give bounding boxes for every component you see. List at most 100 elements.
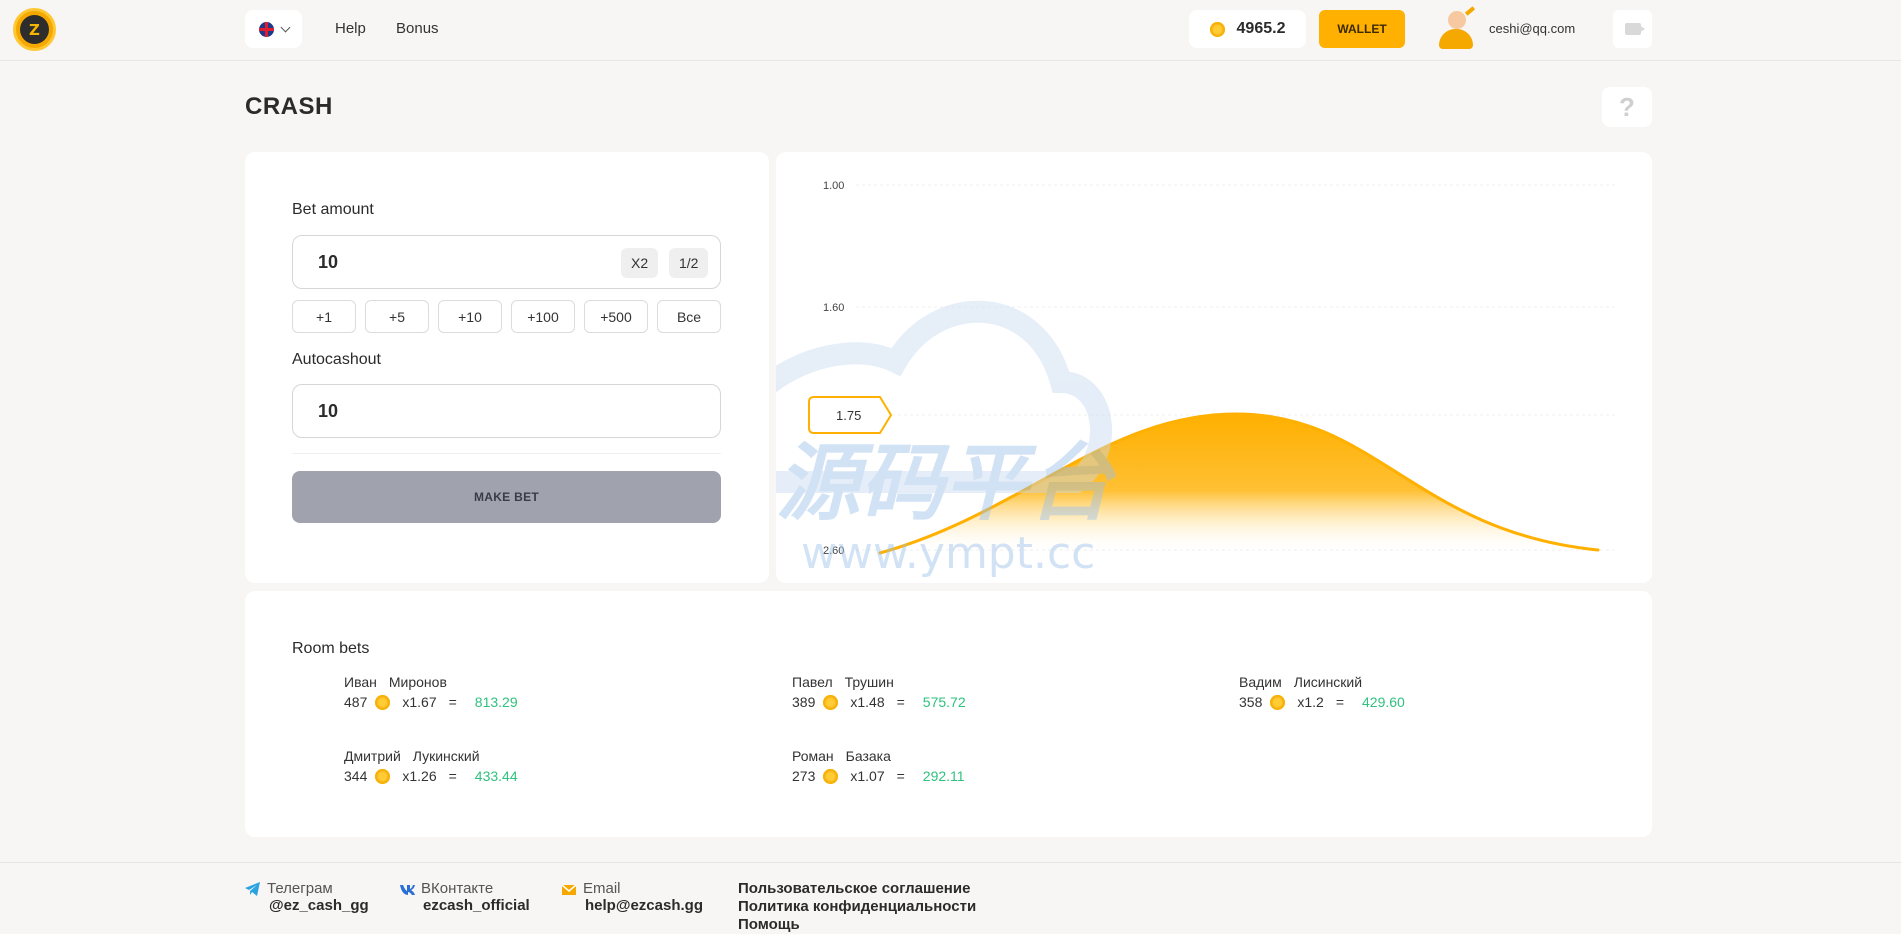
bet-details: 487 x1.67 = 813.29 xyxy=(344,694,518,710)
quick-add-500-button[interactable]: +500 xyxy=(584,300,648,333)
quick-add-1-button[interactable]: +1 xyxy=(292,300,356,333)
help-button[interactable]: ? xyxy=(1602,87,1652,127)
bet-amount: 273 xyxy=(792,768,816,784)
half-bet-button[interactable]: 1/2 xyxy=(669,248,709,278)
coin-icon xyxy=(375,694,391,710)
room-bet-item: Дмитрий Лукинский 344 x1.26 = 433.44 xyxy=(344,748,604,788)
quick-all-button[interactable]: Все xyxy=(657,300,721,333)
bet-multiplier: x1.67 xyxy=(402,694,437,710)
telegram-icon xyxy=(245,881,260,896)
bet-details: 358 x1.2 = 429.60 xyxy=(1239,694,1405,710)
balance-value: 4965.2 xyxy=(1236,20,1286,37)
autocashout-value: 10 xyxy=(318,401,339,421)
bettor-last-name: Лукинский xyxy=(412,748,480,764)
balance-display: 4965.2 xyxy=(1189,10,1306,48)
telegram-value: @ez_cash_gg xyxy=(269,897,369,914)
equals-sign: = xyxy=(1335,694,1345,710)
bet-panel: Bet amount 10 X2 1/2 +1 +5 +10 +100 +500… xyxy=(245,152,769,583)
footer-telegram[interactable]: Телеграм @ez_cash_gg xyxy=(245,880,369,914)
crash-chart: 1.00 1.60 2.60 1.75 源码平台 www.ympt.cc xyxy=(776,152,1652,583)
email-label: Email xyxy=(583,880,621,897)
page-title: CRASH xyxy=(245,93,333,120)
footer-vk[interactable]: ВКонтакте ezcash_official xyxy=(399,880,530,914)
logout-button[interactable] xyxy=(1613,10,1652,48)
footer-vk-label-row: ВКонтакте xyxy=(399,880,530,897)
room-bets-title: Room bets xyxy=(292,640,370,657)
coin-icon xyxy=(823,694,839,710)
bet-multiplier: x1.26 xyxy=(402,768,437,784)
bet-winnings: 292.11 xyxy=(922,768,965,784)
nav-help-link[interactable]: Help xyxy=(335,20,366,37)
avatar[interactable] xyxy=(1437,6,1476,49)
room-bet-item: Иван Миронов 487 x1.67 = 813.29 xyxy=(344,674,604,714)
bet-winnings: 433.44 xyxy=(474,768,518,784)
bet-amount-label: Bet amount xyxy=(292,201,374,218)
room-bets-panel: Room bets Иван Миронов 487 x1.67 = 813.29 Па… xyxy=(245,591,1652,837)
avatar-body xyxy=(1439,29,1473,49)
wallet-button[interactable]: WALLET xyxy=(1319,10,1405,48)
make-bet-button[interactable]: MAKE BET xyxy=(292,471,721,523)
coin-icon xyxy=(1270,694,1286,710)
bet-details: 389 x1.48 = 575.72 xyxy=(792,694,966,710)
language-selector[interactable] xyxy=(245,10,302,48)
double-bet-button[interactable]: X2 xyxy=(621,248,659,278)
bet-amount-input[interactable]: 10 X2 1/2 xyxy=(292,235,721,289)
bettor-first-name: Вадим xyxy=(1239,674,1282,690)
bet-amount: 389 xyxy=(792,694,816,710)
bet-winnings: 429.60 xyxy=(1362,694,1405,710)
y-tick-label: 1.00 xyxy=(823,180,844,192)
watermark-url: www.ympt.cc xyxy=(801,528,1095,579)
logo-mark: Z xyxy=(20,15,49,44)
vk-icon xyxy=(400,884,415,895)
footer-email[interactable]: Email help@ezcash.gg xyxy=(561,880,703,914)
equals-sign: = xyxy=(448,694,457,710)
bettor-first-name: Роман xyxy=(792,748,834,764)
quick-add-100-button[interactable]: +100 xyxy=(511,300,575,333)
divider xyxy=(292,453,721,454)
bettor-name: Павел Трушин xyxy=(792,674,906,690)
uk-flag-icon xyxy=(258,21,274,37)
quick-add-5-button[interactable]: +5 xyxy=(365,300,429,333)
current-multiplier-value: 1.75 xyxy=(836,408,861,423)
privacy-policy-link[interactable]: Политика конфиденциальности xyxy=(738,898,976,916)
email-icon xyxy=(561,883,577,895)
bettor-name: Дмитрий Лукинский xyxy=(344,748,492,764)
bettor-first-name: Иван xyxy=(344,674,377,690)
nav-bonus-link[interactable]: Bonus xyxy=(396,20,439,37)
bet-multiplier: x1.2 xyxy=(1297,694,1324,710)
footer: Телеграм @ez_cash_gg ВКонтакте ezcash_of… xyxy=(0,862,1901,934)
bettor-name: Иван Миронов xyxy=(344,674,459,690)
watermark-text: 源码平台 xyxy=(776,434,1117,532)
email-value: help@ezcash.gg xyxy=(585,897,703,914)
bettor-last-name: Базака xyxy=(845,748,891,764)
vk-value: ezcash_official xyxy=(423,897,530,914)
coin-icon xyxy=(823,768,839,784)
crash-chart-svg: 1.00 1.60 2.60 1.75 源码平台 www.ympt.cc xyxy=(776,180,1618,579)
room-bet-item: Роман Базака 273 x1.07 = 292.11 xyxy=(792,748,1052,788)
user-email[interactable]: ceshi@qq.com xyxy=(1489,21,1575,36)
logout-icon xyxy=(1624,23,1645,35)
chevron-down-icon xyxy=(280,22,290,32)
help-link[interactable]: Помощь xyxy=(738,916,976,934)
bet-winnings: 575.72 xyxy=(922,694,966,710)
room-bet-item: Павел Трушин 389 x1.48 = 575.72 xyxy=(792,674,1052,714)
telegram-label: Телеграм xyxy=(267,880,333,897)
bet-multiplier: x1.48 xyxy=(850,694,885,710)
quick-add-10-button[interactable]: +10 xyxy=(438,300,502,333)
equals-sign: = xyxy=(896,694,905,710)
logo[interactable]: Z xyxy=(13,8,56,51)
bet-details: 344 x1.26 = 433.44 xyxy=(344,768,518,784)
footer-telegram-label-row: Телеграм xyxy=(245,880,369,897)
bet-amount: 358 xyxy=(1239,694,1263,710)
bet-amount: 344 xyxy=(344,768,368,784)
vk-label: ВКонтакте xyxy=(421,880,494,897)
footer-email-label-row: Email xyxy=(561,880,703,897)
user-agreement-link[interactable]: Пользовательское соглашение xyxy=(738,880,976,898)
bettor-first-name: Дмитрий xyxy=(344,748,401,764)
footer-links: Пользовательское соглашение Политика кон… xyxy=(738,880,976,934)
coin-icon xyxy=(375,768,391,784)
equals-sign: = xyxy=(448,768,457,784)
autocashout-input[interactable]: 10 xyxy=(292,384,721,438)
question-icon: ? xyxy=(1619,91,1635,122)
bet-amount: 487 xyxy=(344,694,368,710)
